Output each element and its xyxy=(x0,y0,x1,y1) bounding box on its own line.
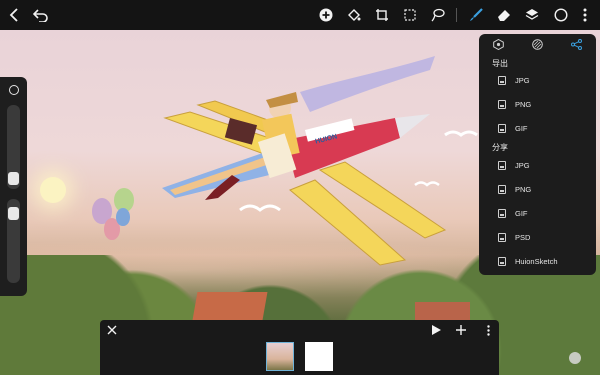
share-png-label: PNG xyxy=(515,184,532,194)
canvas-scroll-handle[interactable] xyxy=(569,352,581,364)
file-icon xyxy=(498,256,506,266)
share-huionsketch-item[interactable]: HuionSketch xyxy=(498,254,558,268)
add-frame-icon[interactable] xyxy=(455,323,467,337)
add-icon[interactable] xyxy=(316,5,336,25)
brush-slider-panel xyxy=(0,77,27,296)
share-icon[interactable] xyxy=(570,38,582,50)
export-gif-label: GIF xyxy=(515,123,528,133)
transform-icon[interactable] xyxy=(372,5,392,25)
export-png-item[interactable]: PNG xyxy=(498,97,531,111)
layers-icon[interactable] xyxy=(522,5,542,25)
share-jpg-label: JPG xyxy=(515,160,530,170)
brush-preview-icon[interactable] xyxy=(9,85,19,95)
export-jpg-label: JPG xyxy=(515,75,530,85)
share-jpg-item[interactable]: JPG xyxy=(498,158,530,172)
opacity-thumb[interactable] xyxy=(8,207,19,220)
close-icon[interactable] xyxy=(106,323,118,337)
share-png-item[interactable]: PNG xyxy=(498,182,531,196)
frame-thumbnail-blank[interactable] xyxy=(305,342,333,371)
panel-tabs xyxy=(479,34,596,54)
export-png-label: PNG xyxy=(515,99,532,109)
file-icon xyxy=(498,232,506,242)
back-chevron-icon[interactable] xyxy=(5,5,25,25)
export-jpg-item[interactable]: JPG xyxy=(498,73,530,87)
toolbar-divider xyxy=(456,8,457,22)
export-share-panel: 导出 JPG PNG GIF 分享 JPG PNG GIF PSD HuionS… xyxy=(479,34,596,275)
file-icon xyxy=(498,184,506,194)
export-gif-item[interactable]: GIF xyxy=(498,121,528,135)
share-gif-item[interactable]: GIF xyxy=(498,206,528,220)
frame-thumbnail-selected[interactable] xyxy=(266,342,294,371)
share-gif-label: GIF xyxy=(515,208,528,218)
eraser-icon[interactable] xyxy=(494,5,514,25)
more-icon[interactable] xyxy=(575,5,595,25)
lasso-icon[interactable] xyxy=(428,5,448,25)
frames-more-icon[interactable] xyxy=(484,323,492,337)
export-section-title: 导出 xyxy=(492,59,508,68)
color-circle-icon[interactable] xyxy=(551,5,571,25)
share-psd-label: PSD xyxy=(515,232,531,242)
fill-icon[interactable] xyxy=(344,5,364,25)
brush-size-thumb[interactable] xyxy=(8,172,19,185)
file-icon xyxy=(498,75,506,85)
share-huionsketch-label: HuionSketch xyxy=(515,256,558,266)
settings-icon[interactable] xyxy=(492,38,504,50)
play-icon[interactable] xyxy=(430,323,442,337)
undo-icon[interactable] xyxy=(31,5,51,25)
selection-icon[interactable] xyxy=(400,5,420,25)
file-icon xyxy=(498,99,506,109)
share-section-title: 分享 xyxy=(492,143,508,152)
frames-bar xyxy=(100,320,499,375)
file-icon xyxy=(498,208,506,218)
share-psd-item[interactable]: PSD xyxy=(498,230,530,244)
brush-icon[interactable] xyxy=(466,5,486,25)
file-icon xyxy=(498,160,506,170)
top-toolbar xyxy=(0,0,600,30)
file-icon xyxy=(498,123,506,133)
adjust-icon[interactable] xyxy=(531,38,543,50)
